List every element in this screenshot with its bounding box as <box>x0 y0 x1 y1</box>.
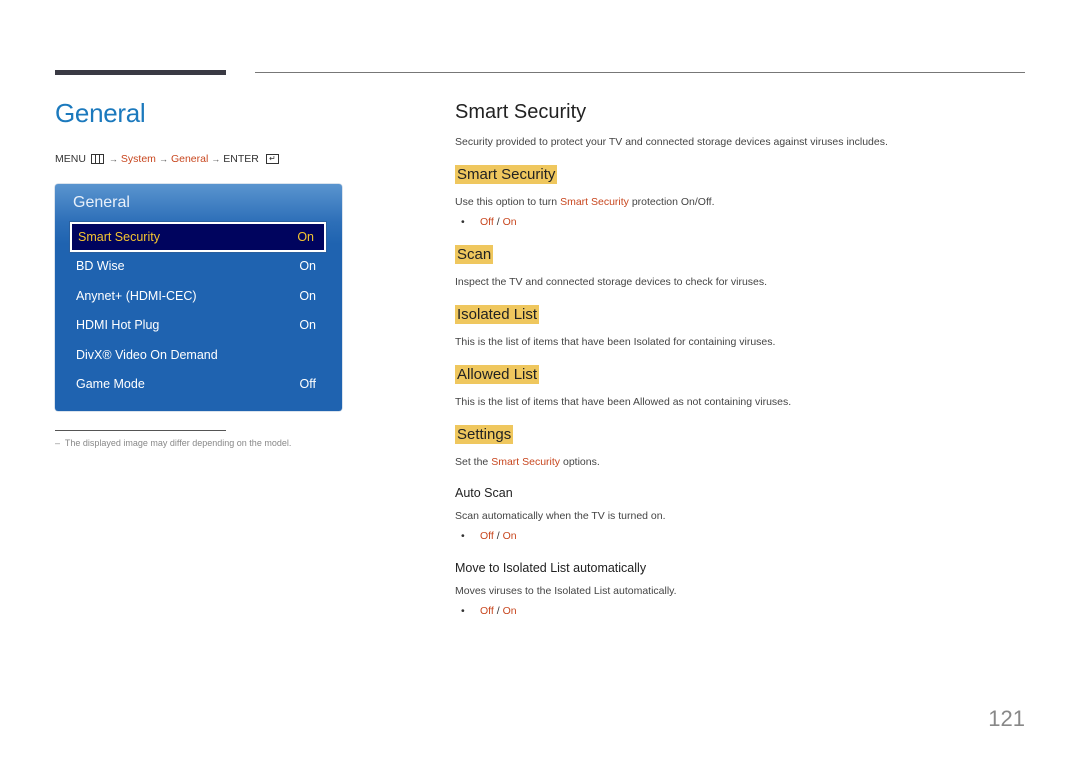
bullet-icon: • <box>461 530 465 542</box>
smart-security-ref: Smart Security <box>560 196 629 208</box>
heading-settings: Settings <box>455 425 514 444</box>
smart-security-desc: Use this option to turn Smart Security p… <box>455 196 715 208</box>
osd-item-anynet[interactable]: Anynet+ (HDMI-CEC) On <box>70 281 326 311</box>
subheading-auto-scan: Auto Scan <box>455 486 513 500</box>
arrow-icon: → <box>158 154 168 164</box>
osd-item-label: Anynet+ (HDMI-CEC) <box>76 288 197 303</box>
option-on: On <box>502 216 517 228</box>
option-on: On <box>502 530 517 542</box>
move-isolated-desc: Moves viruses to the Isolated List autom… <box>455 585 677 597</box>
option-list-item: • Off / On <box>461 216 517 228</box>
osd-item-hdmi-hot-plug[interactable]: HDMI Hot Plug On <box>70 311 326 341</box>
heading-allowed-list: Allowed List <box>455 365 540 384</box>
breadcrumb-general: General <box>170 153 209 165</box>
osd-menu-panel: General Smart Security On BD Wise On Any… <box>55 184 342 411</box>
osd-item-bd-wise[interactable]: BD Wise On <box>70 252 326 282</box>
breadcrumb-menu: MENU <box>55 153 86 165</box>
auto-scan-desc: Scan automatically when the TV is turned… <box>455 510 666 522</box>
desc-text: protection On/Off. <box>628 196 715 208</box>
option-off: Off <box>480 605 494 617</box>
osd-item-value: On <box>297 229 314 244</box>
desc-text: options. <box>560 456 600 468</box>
page-title: General <box>55 98 146 128</box>
osd-item-game-mode[interactable]: Game Mode Off <box>70 370 326 400</box>
option-separator: / <box>493 216 503 228</box>
osd-menu-list: Smart Security On BD Wise On Anynet+ (HD… <box>69 221 327 400</box>
allowed-list-desc: This is the list of items that have been… <box>455 396 792 408</box>
smart-security-ref: Smart Security <box>491 456 561 468</box>
osd-item-label: DivX® Video On Demand <box>76 347 218 362</box>
osd-item-value: On <box>299 318 316 333</box>
section-title: Smart Security <box>455 101 587 123</box>
osd-item-label: HDMI Hot Plug <box>76 318 160 333</box>
breadcrumb-system: System <box>120 153 156 165</box>
option-list-item: • Off / On <box>461 605 517 617</box>
page-number: 121 <box>988 706 1025 731</box>
footnote-divider <box>55 430 226 431</box>
osd-title: General <box>73 194 130 211</box>
intro-text: Security provided to protect your TV and… <box>455 136 888 148</box>
desc-text: Set the <box>455 456 492 468</box>
header-rule-thick <box>55 70 226 75</box>
header-rule-thin <box>255 72 1025 73</box>
option-off: Off <box>480 216 494 228</box>
bullet-icon: • <box>461 216 465 228</box>
option-list-item: • Off / On <box>461 530 517 542</box>
osd-item-smart-security[interactable]: Smart Security On <box>69 221 327 253</box>
subheading-move-isolated: Move to Isolated List automatically <box>455 561 647 575</box>
osd-item-label: BD Wise <box>76 259 125 274</box>
arrow-icon: → <box>211 154 221 164</box>
heading-scan: Scan <box>455 245 494 264</box>
footnote-text: The displayed image may differ depending… <box>64 438 292 448</box>
option-separator: / <box>493 605 503 617</box>
enter-icon: ↵ <box>265 154 279 164</box>
breadcrumb-enter: ENTER <box>223 153 259 165</box>
option-on: On <box>502 605 517 617</box>
option-separator: / <box>493 530 503 542</box>
menu-grid-icon <box>90 154 104 164</box>
option-off: Off <box>480 530 494 542</box>
settings-desc: Set the Smart Security options. <box>455 456 600 468</box>
arrow-icon: → <box>108 154 118 164</box>
scan-desc: Inspect the TV and connected storage dev… <box>455 276 768 288</box>
heading-smart-security: Smart Security <box>455 165 558 184</box>
osd-item-value: Off <box>299 377 316 392</box>
bullet-icon: • <box>461 605 465 617</box>
osd-item-label: Smart Security <box>78 229 160 244</box>
osd-item-label: Game Mode <box>76 377 145 392</box>
heading-isolated-list: Isolated List <box>455 305 540 324</box>
footnote-dash: – <box>55 438 61 448</box>
isolated-list-desc: This is the list of items that have been… <box>455 336 776 348</box>
footnote: – The displayed image may differ dependi… <box>55 438 291 448</box>
osd-item-value: On <box>299 288 316 303</box>
breadcrumb: MENU → System → General → ENTER ↵ <box>55 153 279 165</box>
osd-item-value: On <box>299 259 316 274</box>
osd-item-divx[interactable]: DivX® Video On Demand <box>70 340 326 370</box>
desc-text: Use this option to turn <box>455 196 561 208</box>
